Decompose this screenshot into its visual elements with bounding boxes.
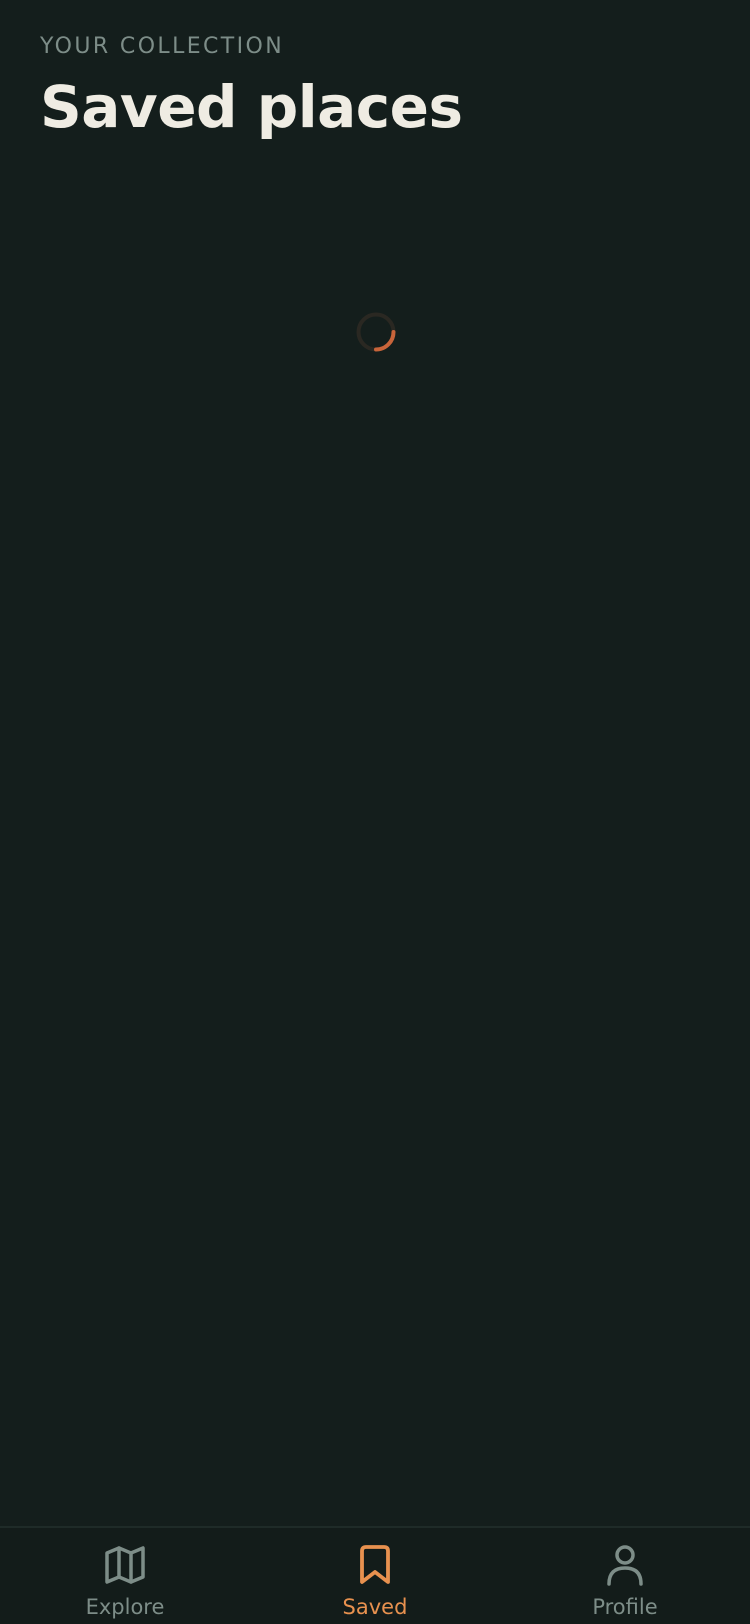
page-title: Saved places — [40, 73, 463, 141]
section-eyebrow: YOUR COLLECTION — [40, 34, 285, 59]
tab-explore[interactable]: Explore — [0, 1528, 250, 1624]
loading-spinner-icon — [356, 312, 396, 352]
map-icon — [105, 1546, 145, 1584]
bottom-tab-bar: Explore Saved Profile — [0, 1526, 750, 1624]
tab-saved[interactable]: Saved — [250, 1528, 500, 1624]
header: YOUR COLLECTION Saved places — [40, 32, 463, 142]
tab-saved-label: Saved — [342, 1595, 408, 1619]
tab-explore-label: Explore — [85, 1595, 165, 1619]
person-icon — [607, 1545, 643, 1586]
bookmark-icon — [360, 1545, 390, 1584]
tab-profile-label: Profile — [592, 1595, 658, 1619]
saved-places-screen: YOUR COLLECTION Saved places Explore Sav… — [0, 0, 750, 1624]
tab-profile[interactable]: Profile — [500, 1528, 750, 1624]
